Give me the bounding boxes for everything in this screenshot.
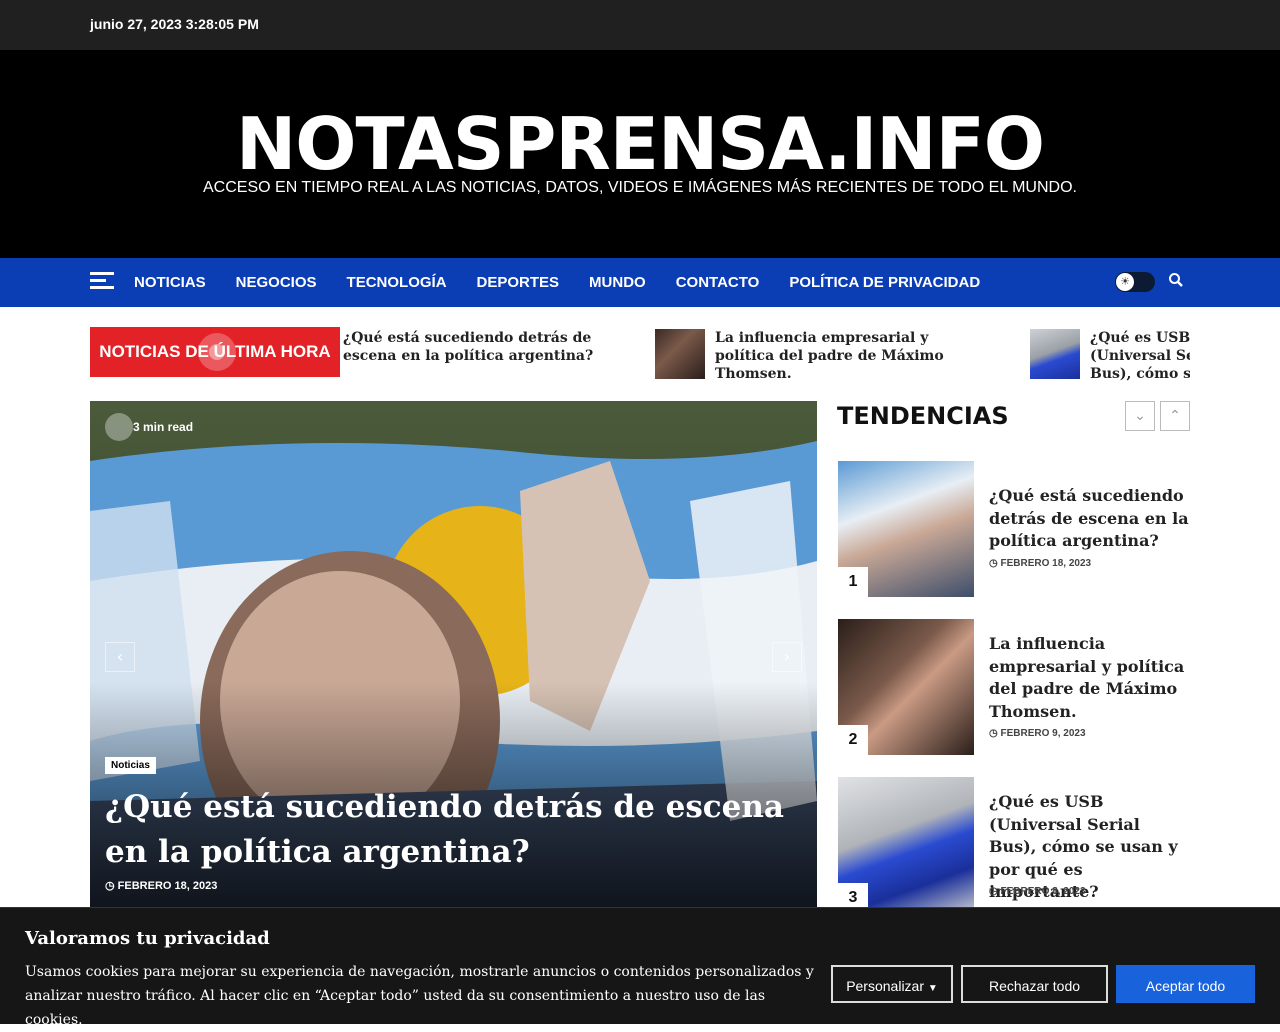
nav-item-privacidad[interactable]: POLÍTICA DE PRIVACIDAD xyxy=(789,258,980,307)
reject-all-button[interactable]: Rechazar todo xyxy=(961,965,1108,1003)
nav-item-noticias[interactable]: NOTICIAS xyxy=(134,258,206,307)
slider-prev-button[interactable]: ‹ xyxy=(105,642,135,672)
nav-item-deportes[interactable]: DEPORTES xyxy=(477,258,560,307)
trending-rank: 2 xyxy=(838,725,868,755)
masthead: NOTASPRENSA.INFO ACCESO EN TIEMPO REAL A… xyxy=(0,50,1280,258)
nav-item-tecnologia[interactable]: TECNOLOGÍA xyxy=(347,258,447,307)
chevron-down-icon: ⌄ xyxy=(1134,408,1146,424)
hamburger-icon[interactable] xyxy=(90,272,114,292)
trending-item[interactable]: 1 ¿Qué está sucediendo detrás de escena … xyxy=(838,461,1190,597)
trending-down-button[interactable]: ⌄ xyxy=(1125,401,1155,431)
main-navigation: NOTICIAS NEGOCIOS TECNOLOGÍA DEPORTES MU… xyxy=(0,258,1280,307)
ticker-item-title[interactable]: ¿Qué está sucediendo detrás de escena en… xyxy=(343,329,623,365)
trending-thumbnail[interactable]: 1 xyxy=(838,461,974,597)
clock-icon: ◷ xyxy=(989,886,998,897)
trending-title[interactable]: La influencia empresarial y política del… xyxy=(989,633,1189,723)
caret-down-icon: ▼ xyxy=(927,983,938,994)
trending-heading: TENDENCIAS xyxy=(837,402,1009,430)
nav-item-contacto[interactable]: CONTACTO xyxy=(676,258,760,307)
cookie-banner: Valoramos tu privacidad Usamos cookies p… xyxy=(0,907,1280,1028)
search-icon[interactable] xyxy=(1168,272,1188,292)
ticker-thumbnail[interactable] xyxy=(1030,329,1080,379)
customize-button[interactable]: Personalizar ▼ xyxy=(831,965,953,1003)
breaking-news-label: NOTICIAS DE ÚLTIMA HORA xyxy=(90,327,340,377)
hero-title[interactable]: ¿Qué está sucediendo detrás de escena en… xyxy=(105,785,805,875)
ticker-item-title[interactable]: ¿Qué es USB (Universal Serial Bus), cómo… xyxy=(1090,329,1190,382)
cookie-title: Valoramos tu privacidad xyxy=(25,928,270,949)
trending-rank: 1 xyxy=(838,567,868,597)
top-bar: junio 27, 2023 3:28:05 PM xyxy=(0,0,1280,50)
ticker-item[interactable]: ¿Qué está sucediendo detrás de escena en… xyxy=(343,329,633,365)
trending-item[interactable]: 2 La influencia empresarial y política d… xyxy=(838,619,1190,755)
trending-date: ◷ FEBRERO 9, 2023 xyxy=(989,728,1086,739)
dark-mode-toggle[interactable]: ☀ xyxy=(1115,272,1155,292)
slider-next-button[interactable]: › xyxy=(772,642,802,672)
breaking-news-ticker: NOTICIAS DE ÚLTIMA HORA ¿Qué está sucedi… xyxy=(90,327,1190,382)
ticker-thumbnail[interactable] xyxy=(655,329,705,379)
trending-title[interactable]: ¿Qué está sucediendo detrás de escena en… xyxy=(989,485,1189,553)
nav-item-negocios[interactable]: NEGOCIOS xyxy=(236,258,317,307)
trending-up-button[interactable]: ⌃ xyxy=(1160,401,1190,431)
site-title[interactable]: NOTASPRENSA.INFO xyxy=(0,102,1280,186)
sun-icon: ☀ xyxy=(1116,273,1134,291)
site-tagline: ACCESO EN TIEMPO REAL A LAS NOTICIAS, DA… xyxy=(203,179,1077,196)
hero-date: ◷ FEBRERO 18, 2023 xyxy=(105,880,218,892)
clock-icon: ◷ xyxy=(989,558,998,569)
hero-slide[interactable]: 3 min read ‹ › Noticias ¿Qué está sucedi… xyxy=(90,401,817,911)
clock-icon: ◷ xyxy=(105,880,115,892)
nav-item-mundo[interactable]: MUNDO xyxy=(589,258,646,307)
trending-thumbnail[interactable]: 3 xyxy=(838,777,974,913)
cookie-text: Usamos cookies para mejorar su experienc… xyxy=(25,964,814,1028)
trending-date: ◷ FEBRERO 8, 2023 xyxy=(989,886,1086,897)
trending-thumbnail[interactable]: 2 xyxy=(838,619,974,755)
read-time: 3 min read xyxy=(105,413,205,441)
accept-all-button[interactable]: Aceptar todo xyxy=(1116,965,1255,1003)
trending-date: ◷ FEBRERO 18, 2023 xyxy=(989,558,1092,569)
ticker-item[interactable]: La influencia empresarial y política del… xyxy=(655,329,985,382)
trending-item[interactable]: 3 ¿Qué es USB (Universal Serial Bus), có… xyxy=(838,777,1190,913)
ticker-item[interactable]: ¿Qué es USB (Universal Serial Bus), cómo… xyxy=(1030,329,1190,382)
chevron-up-icon: ⌃ xyxy=(1169,408,1181,424)
current-datetime: junio 27, 2023 3:28:05 PM xyxy=(90,16,259,32)
ticker-item-title[interactable]: La influencia empresarial y política del… xyxy=(715,329,975,382)
clock-icon: ◷ xyxy=(989,728,998,739)
category-tag[interactable]: Noticias xyxy=(105,757,156,774)
